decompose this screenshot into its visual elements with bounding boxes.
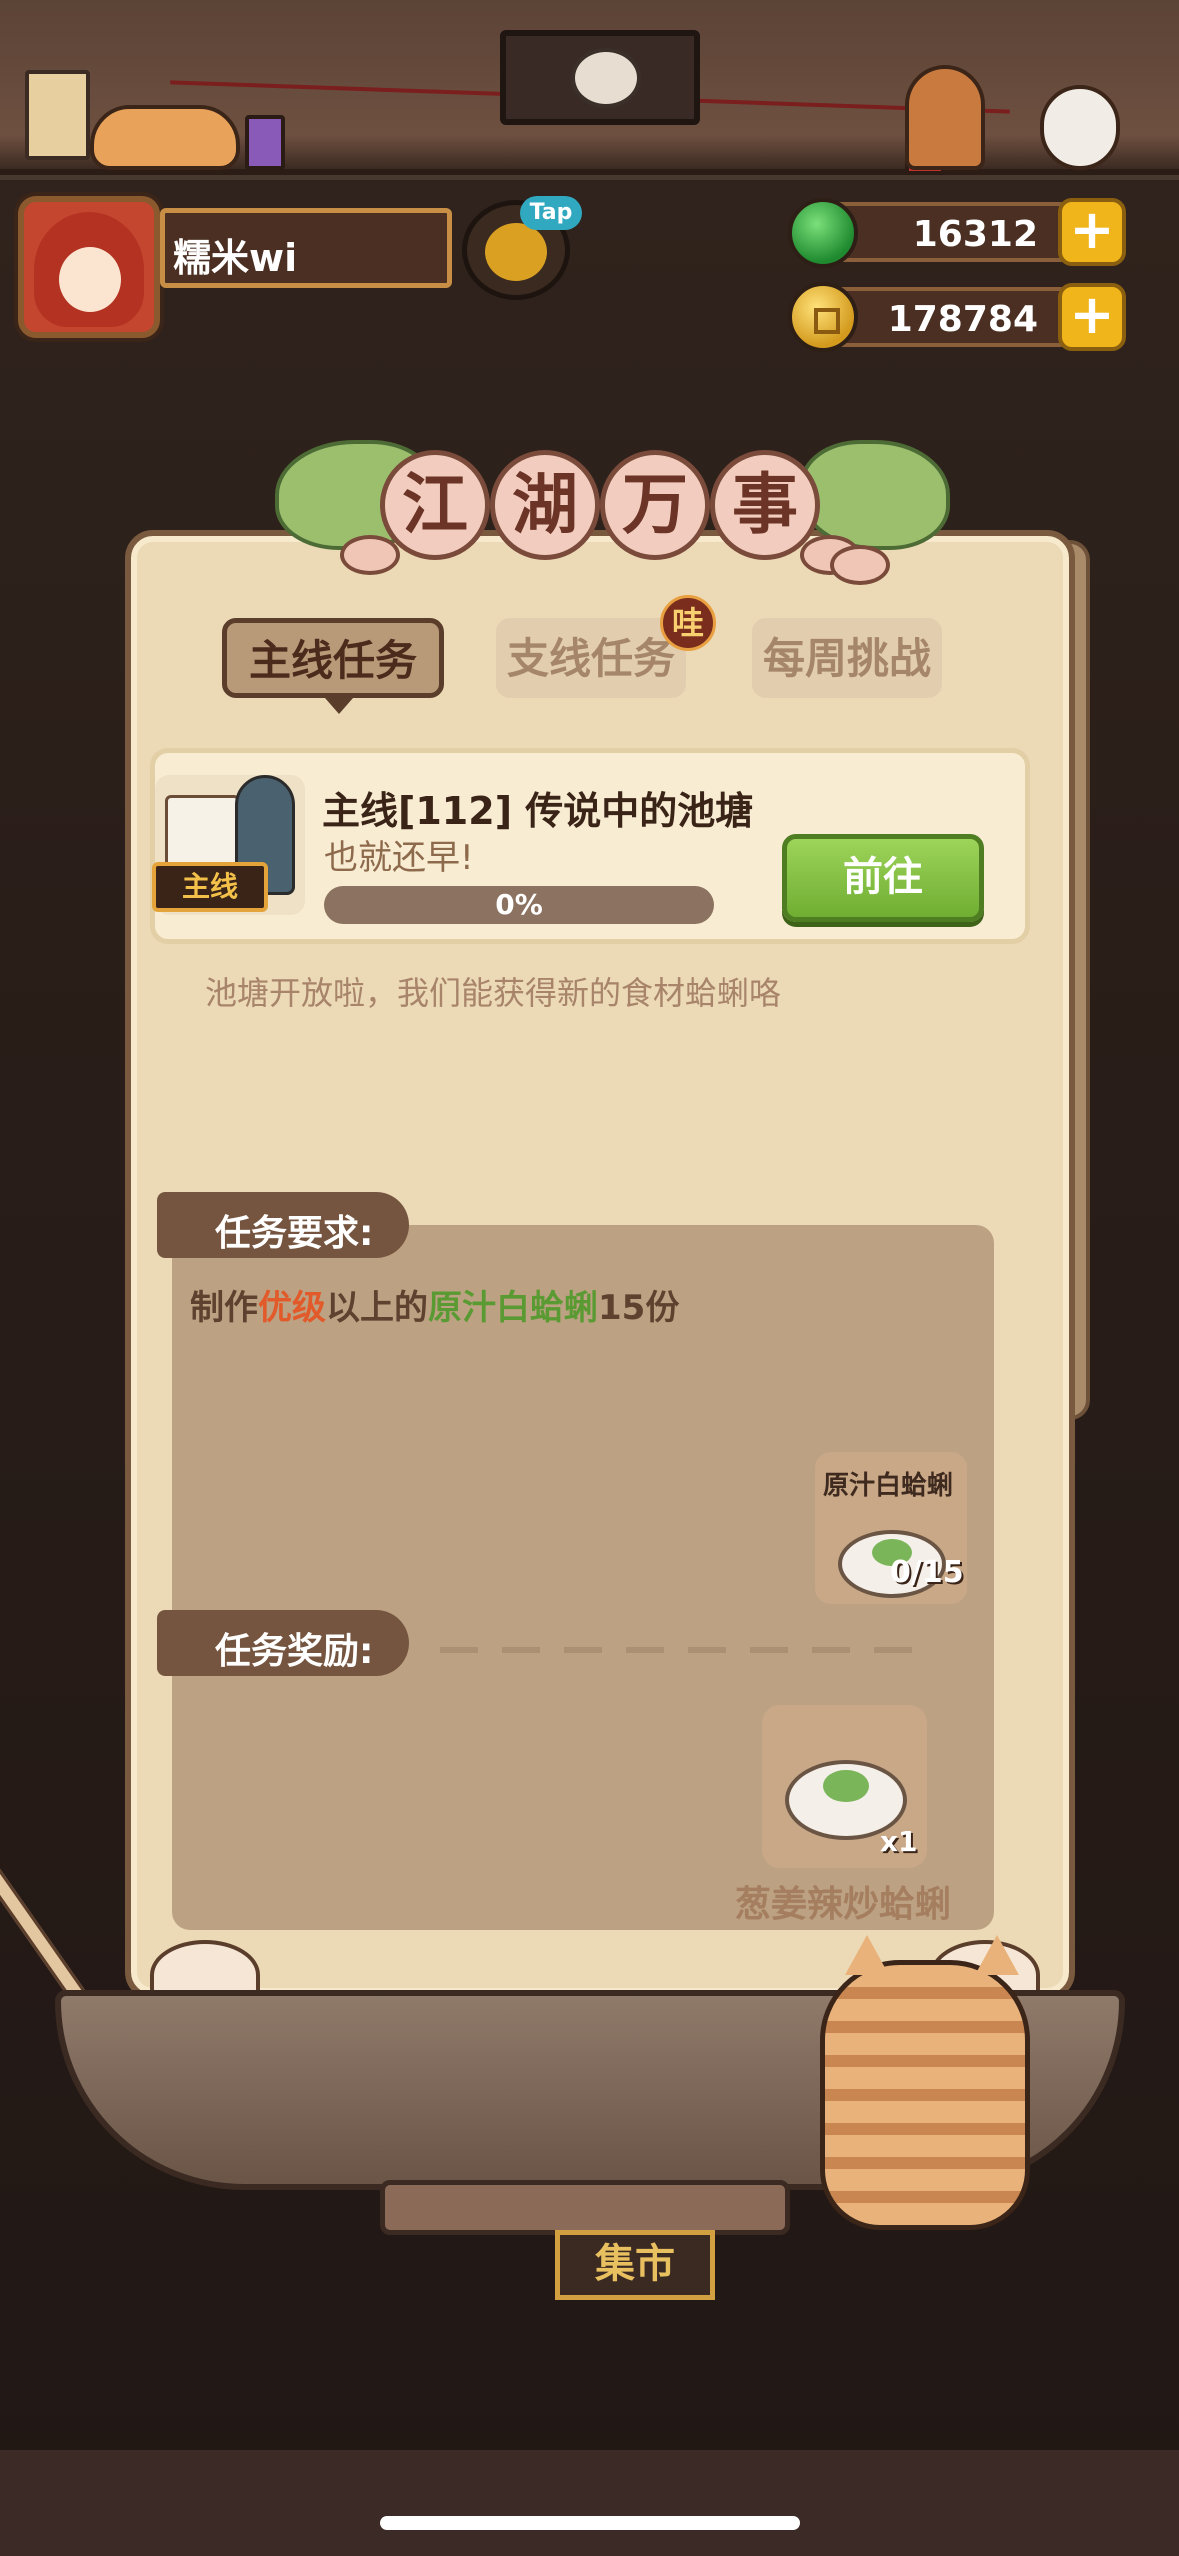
cat-ear (845, 1935, 889, 1975)
chick-icon (485, 223, 547, 281)
radish-slice-icon (830, 545, 890, 585)
divider (440, 1647, 930, 1653)
tap-label: Tap (520, 196, 582, 230)
tab-side-quest[interactable]: 支线任务 (496, 618, 686, 698)
add-jade-button[interactable]: + (1058, 198, 1126, 266)
quest-subtitle: 也就还早! (324, 838, 474, 878)
reward-item-name: 葱姜辣炒蛤蜊 (735, 1884, 952, 1925)
rewards-heading: 任务奖励: (157, 1610, 409, 1676)
required-item-name: 原汁白蛤蜊 (823, 1471, 954, 1501)
req-dish: 原汁白蛤蜊 (428, 1288, 598, 1328)
bowl-base (380, 2180, 790, 2235)
quest-progress-bar: 0% (324, 886, 714, 924)
market-sign: 集市 (555, 2230, 715, 2300)
jade-icon (788, 198, 858, 268)
main-quest-tag: 主线 (152, 862, 268, 912)
avatar-face (59, 247, 121, 312)
home-indicator[interactable] (380, 2516, 800, 2530)
purple-cup-icon (245, 115, 285, 170)
reward-quantity: x1 (880, 1825, 918, 1858)
quest-title: 主线[112] 传说中的池塘 (322, 789, 754, 833)
req-quality: 优级 (258, 1288, 326, 1328)
required-item-count: 0/15 (890, 1555, 964, 1590)
sleeping-cat-icon (90, 105, 240, 170)
add-coins-button[interactable]: + (1058, 283, 1126, 351)
cat-ear (975, 1935, 1019, 1975)
quest-description: 池塘开放啦，我们能获得新的食材蛤蜊咯 (205, 974, 782, 1012)
player-avatar[interactable] (18, 196, 160, 338)
tab-weekly-challenge[interactable]: 每周挑战 (752, 618, 942, 698)
npc-chef-icon (905, 65, 985, 170)
title-char: 湖 (490, 450, 600, 560)
active-tab-pointer (325, 698, 353, 714)
tab-main-quest[interactable]: 主线任务 (222, 618, 444, 698)
requirements-text: 制作优级以上的原汁白蛤蜊15份 (190, 1280, 679, 1329)
requirements-heading: 任务要求: (157, 1192, 409, 1258)
player-name: 糯米wi (160, 208, 452, 288)
req-prefix: 制作 (190, 1288, 258, 1328)
dialog-title: 江 湖 万 事 (380, 450, 820, 580)
req-suffix: 15份 (598, 1288, 680, 1328)
cabbage-leaf-icon (800, 440, 950, 550)
title-char: 江 (380, 450, 490, 560)
white-cat-icon (1040, 85, 1120, 170)
title-char: 万 (600, 450, 710, 560)
coin-icon (788, 282, 858, 352)
new-badge: 哇 (660, 595, 716, 651)
garnish (823, 1769, 869, 1803)
bottom-bar (0, 2450, 1179, 2556)
tabby-cat-icon (820, 1935, 1030, 2230)
title-char: 事 (710, 450, 820, 560)
go-button[interactable]: 前往 (782, 834, 984, 922)
owl-face-icon (571, 48, 641, 108)
shop-sign-top (500, 30, 700, 125)
req-mid: 以上的 (326, 1288, 428, 1328)
shop-flag-icon (25, 70, 90, 160)
